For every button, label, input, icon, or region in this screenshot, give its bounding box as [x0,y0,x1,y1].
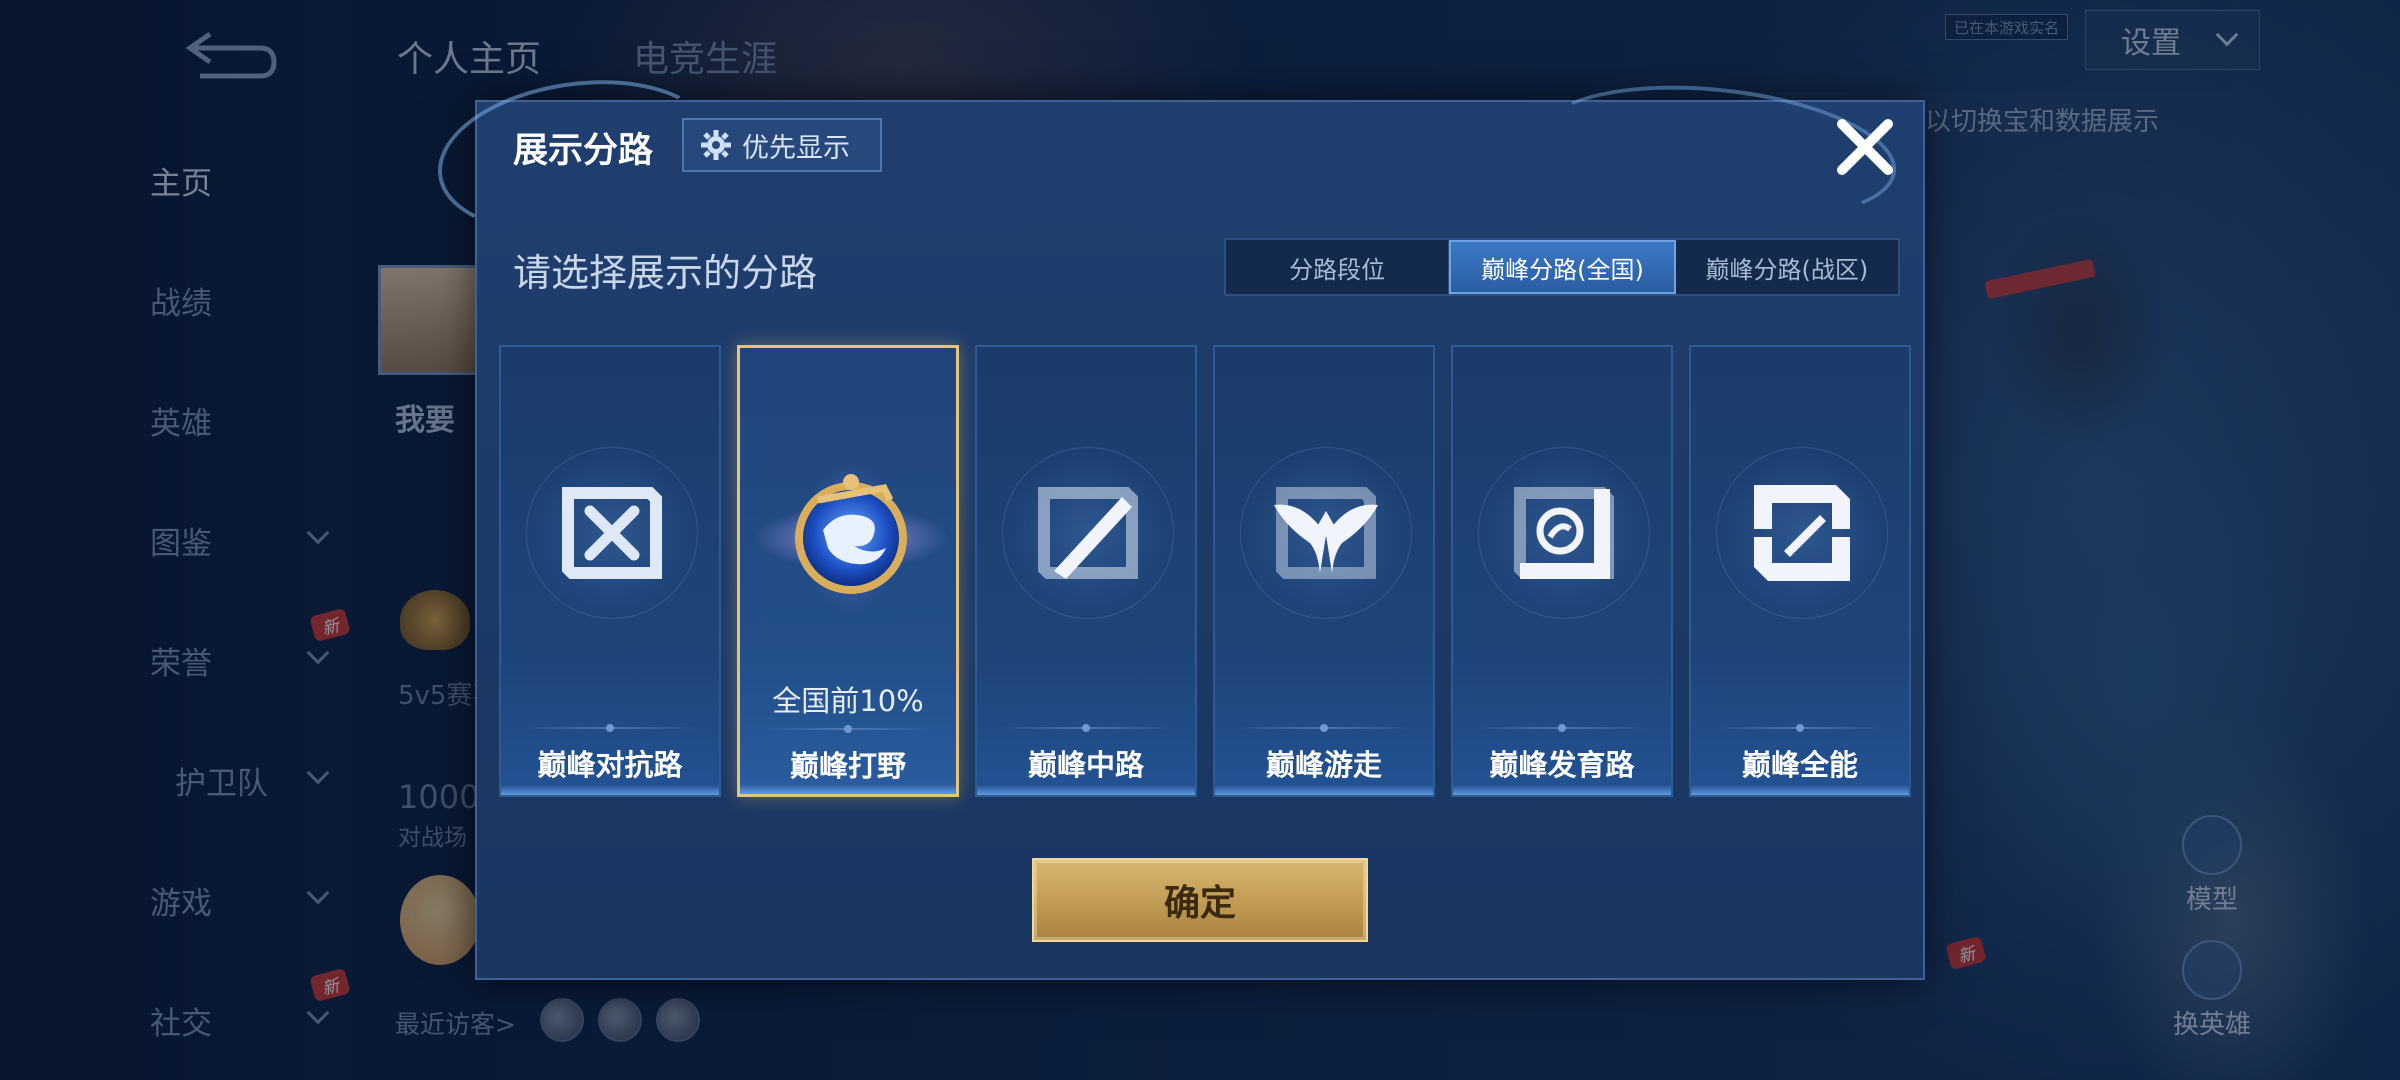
card-divider [1237,724,1411,732]
close-icon[interactable] [1832,114,1898,180]
card-divider [762,725,934,733]
mid-lane-slash-icon [1038,487,1138,579]
priority-display-button[interactable]: 优先显示 [682,118,882,172]
lane-card-label: 巅峰中路 [1027,748,1144,782]
card-divider [523,724,697,732]
target-corner-icon [1514,487,1614,579]
lane-card-roam[interactable]: 巅峰游走 [1213,345,1435,797]
gear-icon [700,129,732,161]
card-glow [740,784,956,794]
all-round-icon [1754,485,1850,581]
dialog-title: 展示分路 [513,131,654,171]
confirm-button[interactable]: 确定 [1032,858,1368,942]
lane-card-label: 巅峰打野 [789,749,906,783]
lane-type-segmented-control: 分路段位 巅峰分路(全国) 巅峰分路(战区) [1224,238,1900,296]
dialog-subtitle: 请选择展示的分路 [513,251,818,295]
card-divider [999,724,1173,732]
lane-card-label: 巅峰全能 [1741,748,1858,782]
card-divider [1475,724,1649,732]
lane-card-all-round[interactable]: 巅峰全能 [1689,345,1911,797]
priority-label: 优先显示 [742,132,850,164]
lane-card-list: 巅峰对抗路 全国前10% 巅峰打野 巅峰中路 巅峰游走 巅峰发育路 巅峰全能 [499,345,1911,797]
card-glow [1691,785,1909,795]
lane-card-top[interactable]: 巅峰对抗路 [499,345,721,797]
lane-card-label: 巅峰对抗路 [537,748,683,782]
card-glow [501,785,719,795]
lane-card-jungle[interactable]: 全国前10% 巅峰打野 [706,345,996,797]
lane-card-bot[interactable]: 巅峰发育路 [1451,345,1673,797]
wings-roam-icon [1274,487,1378,579]
tab-peak-lane-national[interactable]: 巅峰分路(全国) [1449,240,1676,294]
card-glow [1215,785,1433,795]
card-glow [977,785,1195,795]
lane-display-dialog: 展示分路 优先显示 请选择展示的分路 分路段位 巅峰分路(全国) 巅峰分路(战区… [427,63,1925,980]
card-divider [1713,724,1887,732]
lane-card-label: 巅峰发育路 [1489,748,1635,782]
card-glow [1453,785,1671,795]
dragon-emblem-icon [795,474,907,594]
tab-peak-lane-region[interactable]: 巅峰分路(战区) [1676,240,1898,294]
rank-percent: 全国前10% [772,684,924,718]
tab-lane-rank[interactable]: 分路段位 [1226,240,1450,294]
lane-card-label: 巅峰游走 [1265,748,1382,782]
sword-cross-icon [562,487,662,579]
lane-card-mid[interactable]: 巅峰中路 [975,345,1197,797]
